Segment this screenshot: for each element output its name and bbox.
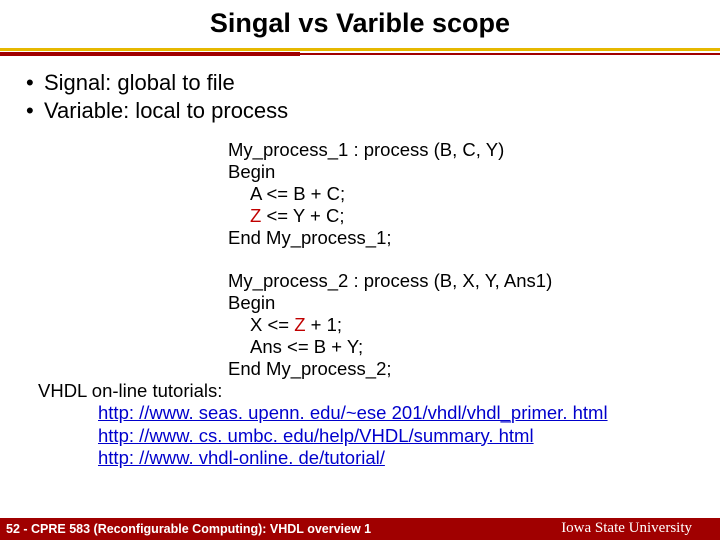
- tutorial-link[interactable]: http: //www. seas. upenn. edu/~ese 201/v…: [38, 402, 720, 425]
- code-line: End My_process_2;: [228, 358, 720, 380]
- code-line: My_process_1 : process (B, C, Y): [228, 139, 720, 161]
- footer-university: Iowa State University: [561, 520, 692, 537]
- code-block-1: My_process_1 : process (B, C, Y) Begin A…: [0, 125, 720, 248]
- bullet-dot: •: [26, 69, 44, 97]
- slide-title: Singal vs Varible scope: [0, 0, 720, 45]
- footer-left: 52 - CPRE 583 (Reconfigurable Computing)…: [6, 522, 371, 536]
- code-line: Begin: [228, 161, 720, 183]
- title-rule: [0, 45, 720, 59]
- bullet-dot: •: [26, 97, 44, 125]
- code-line: My_process_2 : process (B, X, Y, Ans1): [228, 270, 720, 292]
- footer-bar: 52 - CPRE 583 (Reconfigurable Computing)…: [0, 518, 720, 540]
- bullet-text: Variable: local to process: [44, 97, 288, 125]
- bullet-text: Signal: global to file: [44, 69, 235, 97]
- code-signal-z: Z: [250, 205, 261, 226]
- code-line: A <= B + C;: [228, 183, 720, 205]
- tutorial-link[interactable]: http: //www. vhdl-online. de/tutorial/: [38, 447, 720, 470]
- code-line: X <= Z + 1;: [228, 314, 720, 336]
- code-line: Begin: [228, 292, 720, 314]
- code-block-2: My_process_2 : process (B, X, Y, Ans1) B…: [0, 248, 720, 379]
- code-signal-z: Z: [294, 314, 305, 335]
- code-line: End My_process_1;: [228, 227, 720, 249]
- bullet-list: • Signal: global to file • Variable: loc…: [0, 69, 720, 125]
- bullet-item: • Variable: local to process: [26, 97, 720, 125]
- bullet-item: • Signal: global to file: [26, 69, 720, 97]
- tutorials-lead: VHDL on-line tutorials:: [38, 380, 222, 401]
- code-line: Ans <= B + Y;: [228, 336, 720, 358]
- tutorials-section: VHDL on-line tutorials: http: //www. sea…: [0, 380, 720, 470]
- code-line: Z <= Y + C;: [228, 205, 720, 227]
- tutorial-link[interactable]: http: //www. cs. umbc. edu/help/VHDL/sum…: [38, 425, 720, 448]
